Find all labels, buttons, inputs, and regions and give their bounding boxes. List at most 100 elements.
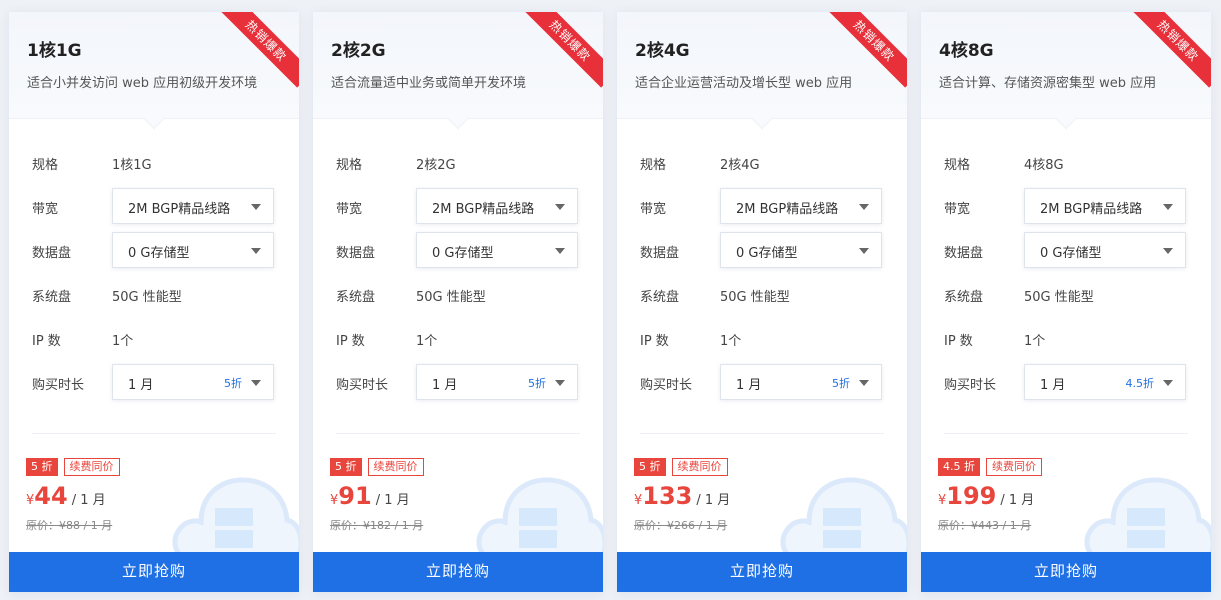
plan-card-header: 4核8G 适合计算、存储资源密集型 web 应用 热销爆款 <box>921 12 1211 130</box>
renew-same-price-badge: 续费同价 <box>367 458 424 476</box>
plan-card-1c1g: 1核1G 适合小并发访问 web 应用初级开发环境 热销爆款 规格 1核1G 带… <box>9 12 299 592</box>
spec-label: 规格 <box>336 158 363 173</box>
ip-count-value: 1个 <box>720 334 742 349</box>
cloud-server-icon <box>1084 477 1211 558</box>
system-disk-label: 系统盘 <box>944 290 984 305</box>
bandwidth-row: 带宽 2M BGP精品线路 <box>313 188 603 224</box>
duration-row: 购买时长 1 月 5折 <box>313 364 603 400</box>
discount-badge: 5 折 <box>26 458 58 476</box>
price-unit: / 1 月 <box>71 493 106 508</box>
caret-down-icon <box>859 204 869 210</box>
bandwidth-select[interactable]: 2M BGP精品线路 <box>1024 188 1186 224</box>
duration-select[interactable]: 1 月 5折 <box>720 364 882 400</box>
duration-discount: 5折 <box>832 377 850 390</box>
price-unit: / 1 月 <box>696 493 731 508</box>
divider <box>944 433 1188 434</box>
duration-select[interactable]: 1 月 5折 <box>416 364 578 400</box>
system-disk-label: 系统盘 <box>336 290 376 305</box>
data-disk-selected-value: 0 G存储型 <box>432 246 494 261</box>
plan-description: 适合流量适中业务或简单开发环境 <box>331 76 527 91</box>
ip-count-label: IP 数 <box>32 334 61 349</box>
spec-value: 4核8G <box>1024 158 1064 173</box>
price: ¥91/ 1 月 <box>330 482 410 510</box>
duration-row: 购买时长 1 月 5折 <box>9 364 299 400</box>
data-disk-select[interactable]: 0 G存储型 <box>720 232 882 268</box>
price-badges: 4.5 折续费同价 <box>938 458 1042 476</box>
buy-now-button[interactable]: 立即抢购 <box>617 552 907 592</box>
data-disk-select[interactable]: 0 G存储型 <box>112 232 274 268</box>
spec-label: 规格 <box>944 158 971 173</box>
ip-count-value: 1个 <box>112 334 134 349</box>
ip-count-label: IP 数 <box>944 334 973 349</box>
header-notch <box>750 106 774 130</box>
data-disk-label: 数据盘 <box>640 246 680 261</box>
data-disk-selected-value: 0 G存储型 <box>736 246 798 261</box>
spec-row: 规格 4核8G <box>921 144 1211 180</box>
duration-select[interactable]: 1 月 4.5折 <box>1024 364 1186 400</box>
plan-title: 1核1G <box>27 41 82 61</box>
price-amount: 133 <box>642 482 693 510</box>
header-notch <box>446 106 470 130</box>
discount-badge: 5 折 <box>634 458 666 476</box>
caret-down-icon <box>555 380 565 386</box>
bandwidth-label: 带宽 <box>32 202 59 217</box>
price-unit: / 1 月 <box>1000 493 1035 508</box>
duration-row: 购买时长 1 月 5折 <box>617 364 907 400</box>
bandwidth-select[interactable]: 2M BGP精品线路 <box>720 188 882 224</box>
spec-value: 1核1G <box>112 158 152 173</box>
plan-description: 适合计算、存储资源密集型 web 应用 <box>939 76 1157 91</box>
ip-count-row: IP 数 1个 <box>921 320 1211 356</box>
plan-card-2c4g: 2核4G 适合企业运营活动及增长型 web 应用 热销爆款 规格 2核4G 带宽… <box>617 12 907 592</box>
bandwidth-label: 带宽 <box>640 202 667 217</box>
plan-card-header: 2核2G 适合流量适中业务或简单开发环境 热销爆款 <box>313 12 603 130</box>
buy-now-button[interactable]: 立即抢购 <box>921 552 1211 592</box>
spec-row: 规格 2核2G <box>313 144 603 180</box>
data-disk-select[interactable]: 0 G存储型 <box>416 232 578 268</box>
spec-label: 规格 <box>32 158 59 173</box>
bandwidth-row: 带宽 2M BGP精品线路 <box>9 188 299 224</box>
duration-select[interactable]: 1 月 5折 <box>112 364 274 400</box>
plan-description: 适合小并发访问 web 应用初级开发环境 <box>27 76 258 91</box>
original-price: 原价：¥443 / 1 月 <box>938 519 1032 532</box>
discount-badge: 4.5 折 <box>938 458 980 476</box>
discount-badge: 5 折 <box>330 458 362 476</box>
price: ¥44/ 1 月 <box>26 482 106 510</box>
system-disk-value: 50G 性能型 <box>1024 290 1094 305</box>
price: ¥133/ 1 月 <box>634 482 730 510</box>
divider <box>336 433 580 434</box>
system-disk-label: 系统盘 <box>32 290 72 305</box>
data-disk-selected-value: 0 G存储型 <box>1040 246 1102 261</box>
buy-now-button[interactable]: 立即抢购 <box>9 552 299 592</box>
data-disk-selected-value: 0 G存储型 <box>128 246 190 261</box>
bandwidth-selected-value: 2M BGP精品线路 <box>736 202 839 217</box>
buy-now-button[interactable]: 立即抢购 <box>313 552 603 592</box>
ip-count-value: 1个 <box>1024 334 1046 349</box>
original-price: 原价：¥182 / 1 月 <box>330 519 424 532</box>
renew-same-price-badge: 续费同价 <box>63 458 120 476</box>
ip-count-label: IP 数 <box>640 334 669 349</box>
system-disk-label: 系统盘 <box>640 290 680 305</box>
divider <box>640 433 884 434</box>
data-disk-row: 数据盘 0 G存储型 <box>313 232 603 268</box>
duration-selected-value: 1 月 <box>1040 378 1066 393</box>
bandwidth-select[interactable]: 2M BGP精品线路 <box>112 188 274 224</box>
plan-title: 2核4G <box>635 41 690 61</box>
duration-selected-value: 1 月 <box>432 378 458 393</box>
duration-discount: 5折 <box>528 377 546 390</box>
duration-discount: 5折 <box>224 377 242 390</box>
ip-count-row: IP 数 1个 <box>617 320 907 356</box>
caret-down-icon <box>251 204 261 210</box>
price-badges: 5 折续费同价 <box>330 458 424 476</box>
renew-same-price-badge: 续费同价 <box>986 458 1042 476</box>
system-disk-value: 50G 性能型 <box>416 290 486 305</box>
bandwidth-label: 带宽 <box>944 202 971 217</box>
duration-label: 购买时长 <box>640 378 693 393</box>
hot-sale-ribbon: 热销爆款 <box>523 12 603 88</box>
caret-down-icon <box>251 380 261 386</box>
data-disk-select[interactable]: 0 G存储型 <box>1024 232 1186 268</box>
ip-count-row: IP 数 1个 <box>9 320 299 356</box>
ip-count-value: 1个 <box>416 334 438 349</box>
caret-down-icon <box>555 204 565 210</box>
bandwidth-select[interactable]: 2M BGP精品线路 <box>416 188 578 224</box>
system-disk-row: 系统盘 50G 性能型 <box>617 276 907 312</box>
